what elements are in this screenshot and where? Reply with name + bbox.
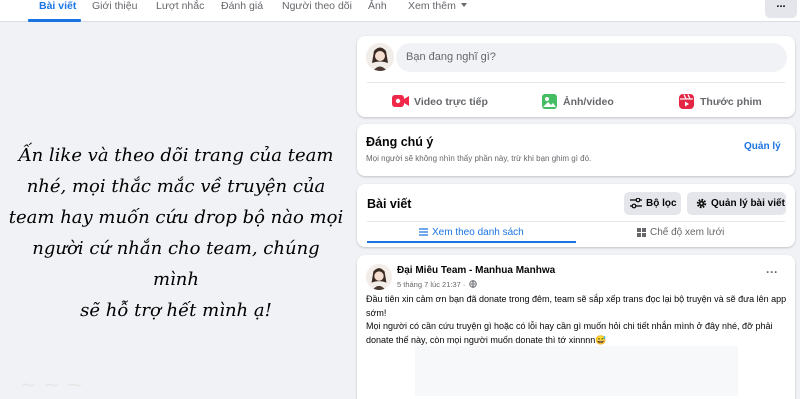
promo-line: Ấn like và theo dõi trang của team (18, 145, 334, 166)
tab-grid-view[interactable]: Chế độ xem lưới (637, 224, 737, 244)
photo-video-label: Ảnh/video (563, 96, 614, 108)
tab-more[interactable]: Xem thêm (408, 0, 467, 21)
featured-section: Đáng chú ý Mọi người sẽ không nhìn thấy … (357, 124, 795, 176)
gear-icon (696, 198, 707, 209)
status-input[interactable]: Bạn đang nghĩ gì? (396, 43, 787, 72)
post-text: Đầu tiên xin cảm ơn bạn đã donate trong … (366, 293, 790, 347)
tab-about[interactable]: Giới thiệu (92, 0, 137, 21)
live-video-label: Video trực tiếp (414, 96, 488, 108)
manage-posts-button[interactable]: Quản lý bài viết (687, 192, 786, 215)
promo-message: Ấn like và theo dõi trang của team nhé, … (8, 140, 344, 326)
promo-line: người cứ nhắn cho team, chúng mình (32, 238, 320, 290)
globe-icon (469, 280, 478, 288)
tab-posts[interactable]: Bài viết (39, 0, 76, 21)
post-paragraph: Mọi người có cần cứu truyện gì hoặc có l… (366, 321, 773, 345)
post-author[interactable]: Đại Miêu Team - Manhua Manhwa (397, 265, 555, 276)
filter-icon (630, 198, 642, 209)
grid-icon (637, 228, 646, 237)
posts-title: Bài viết (367, 197, 412, 211)
avatar[interactable] (366, 43, 394, 71)
grid-view-label: Chế độ xem lưới (650, 227, 725, 238)
promo-line: nhé, mọi thắc mắc về truyện của (26, 176, 326, 197)
chevron-down-icon (460, 3, 467, 7)
post-timestamp[interactable]: 5 tháng 7 lúc 21:37 · (397, 280, 478, 289)
filter-button[interactable]: Bộ lọc (624, 192, 681, 215)
active-tab-indicator (28, 19, 81, 22)
list-icon (419, 228, 428, 236)
tab-reviews[interactable]: Đánh giá (221, 0, 263, 21)
reels-label: Thước phim (700, 96, 762, 108)
tab-photos[interactable]: Ảnh (368, 0, 387, 21)
tab-more-label: Xem thêm (408, 0, 456, 12)
manage-posts-label: Quản lý bài viết (711, 198, 785, 209)
tab-mentions[interactable]: Lượt nhắc (156, 0, 204, 21)
watermark-decoration: ~ ~ ~ (20, 372, 83, 396)
promo-line: team hay muốn cứu drop bộ nào mọi (8, 207, 344, 228)
promo-line: sẽ hỗ trợ hết mình ạ! (80, 300, 272, 321)
featured-title: Đáng chú ý (366, 135, 434, 149)
list-view-label: Xem theo danh sách (432, 227, 524, 238)
reels-icon (679, 94, 694, 109)
posts-header: Bài viết Bộ lọc Quản lý bài viết Xem the… (357, 184, 795, 247)
photo-video-icon (542, 94, 557, 109)
active-view-indicator (367, 241, 576, 243)
photo-video-button[interactable]: Ảnh/video (542, 88, 622, 116)
post-media[interactable] (415, 346, 738, 396)
post-paragraph: Đầu tiên xin cảm ơn bạn đã donate trong … (366, 294, 787, 318)
post-card: Đại Miêu Team - Manhua Manhwa 5 tháng 7 … (357, 255, 795, 399)
reels-button[interactable]: Thước phim (679, 88, 779, 116)
featured-description: Mọi người sẽ không nhìn thấy phần này, t… (366, 154, 592, 163)
divider (367, 221, 785, 222)
filter-label: Bộ lọc (646, 198, 677, 209)
post-composer: Bạn đang nghĩ gì? Video trực tiếp Ảnh/vi… (357, 36, 795, 117)
live-video-icon (392, 95, 409, 107)
live-video-button[interactable]: Video trực tiếp (392, 88, 492, 116)
featured-manage-link[interactable]: Quản lý (744, 141, 781, 152)
post-time-text: 5 tháng 7 lúc 21:37 · (397, 280, 466, 289)
post-options-button[interactable]: ··· (766, 265, 778, 279)
tab-followers[interactable]: Người theo dõi (282, 0, 352, 21)
avatar[interactable] (366, 264, 392, 290)
divider (367, 82, 785, 83)
more-options-button[interactable]: ... (765, 0, 797, 18)
profile-tab-bar: Bài viết Giới thiệu Lượt nhắc Đánh giá N… (0, 0, 800, 22)
